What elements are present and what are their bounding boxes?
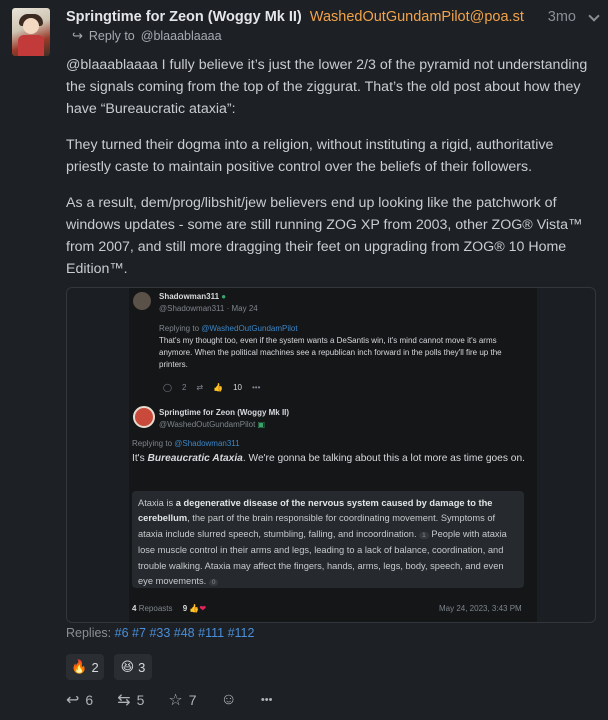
- author-avatar[interactable]: [12, 8, 50, 56]
- post-actions: ↩ 6 ⇆ 5 ☆ 7 ☺ •••: [66, 690, 296, 710]
- tweet2-text-part: It's: [132, 453, 148, 464]
- status-post: Springtime for Zeon (Woggy Mk II) Washed…: [0, 0, 608, 720]
- tweet2-timestamp: May 24, 2023, 3:43 PM: [439, 604, 522, 613]
- replies-label: Replies:: [66, 626, 112, 640]
- tweet2-replying-to: @Shadowman311: [174, 439, 240, 448]
- quote-ref: 1: [419, 531, 429, 539]
- reply-link[interactable]: #33: [149, 626, 170, 640]
- tweet1-more-icon: •••: [251, 383, 261, 392]
- reply-icon: ↩: [66, 692, 80, 709]
- emoji-reaction-fire[interactable]: 🔥 2: [66, 654, 104, 680]
- tweet2-reposts-count: 4: [132, 604, 137, 613]
- quote-box: Ataxia is a degenerative disease of the …: [132, 491, 524, 588]
- reaction-count: 3: [138, 659, 146, 675]
- repost-icon: ⇆: [117, 692, 131, 709]
- tweet1-like-icon: 👍: [213, 383, 224, 392]
- attachment-image[interactable]: Shadowman311 ● @Shadowman311 · May 24 Re…: [66, 287, 596, 623]
- reply-count: 6: [85, 692, 94, 708]
- tweet1-name: Shadowman311: [159, 292, 220, 301]
- tweet1-avatar: [133, 292, 151, 310]
- author-handle[interactable]: WashedOutGundamPilot@poa.st: [310, 9, 524, 25]
- reply-to-line: ↪ Reply to @blaaablaaaa: [72, 28, 222, 44]
- reply-to-user[interactable]: @blaaablaaaa: [141, 29, 222, 43]
- tweet2-likes-count: 9: [182, 604, 188, 613]
- quote-text: Ataxia is: [138, 498, 176, 508]
- more-button[interactable]: •••: [261, 694, 273, 706]
- reply-link[interactable]: #112: [228, 626, 255, 640]
- favorite-count: 7: [188, 692, 197, 708]
- tweet2-text-bold: Bureaucratic Ataxia: [147, 453, 243, 464]
- tweet1-replying-to: @WashedOutGundamPilot: [201, 324, 298, 333]
- tweet1-like-count: 10: [233, 383, 242, 392]
- post-paragraph-2: They turned their dogma into a religion,…: [66, 137, 554, 175]
- fire-icon: 🔥: [71, 659, 88, 674]
- tweet2-handle: @WashedOutGundamPilot: [159, 420, 256, 429]
- favorite-button[interactable]: ☆ 7: [168, 690, 196, 710]
- repost-button[interactable]: ⇆ 5: [117, 690, 144, 710]
- post-content: @blaaablaaaa I fully believe it’s just t…: [66, 54, 592, 294]
- quote-ref: 0: [208, 579, 219, 587]
- reply-link[interactable]: #6: [115, 626, 129, 640]
- emoji-react-button[interactable]: ☺: [221, 691, 237, 709]
- avatar-body: [18, 35, 44, 56]
- tweet2-badge-icon: ▣: [257, 420, 266, 429]
- tweet2-text: It's Bureaucratic Ataxia. We're gonna be…: [132, 451, 527, 467]
- verified-icon: ●: [221, 292, 227, 301]
- chevron-down-icon[interactable]: [588, 10, 600, 22]
- tweet1-text: That's my thought too, even if the syste…: [159, 336, 502, 369]
- reply-link[interactable]: #48: [174, 626, 195, 640]
- reaction-count: 2: [91, 659, 99, 675]
- post-time[interactable]: 3mo: [548, 9, 576, 25]
- tweet2-avatar: [133, 406, 155, 428]
- reply-to-label: Reply to: [88, 29, 135, 43]
- star-icon: ☆: [168, 692, 183, 709]
- ellipsis-icon: •••: [260, 694, 273, 706]
- heart-icon: ❤: [199, 604, 207, 613]
- reply-link[interactable]: #7: [132, 626, 146, 640]
- post-paragraph-3: As a result, dem/prog/libshit/jew believ…: [66, 195, 583, 277]
- tweet2-replying-label: Replying to: [132, 439, 173, 448]
- post-paragraph-1: @blaaablaaaa I fully believe it’s just t…: [66, 57, 588, 117]
- avatar-face: [23, 18, 39, 34]
- tweet1-date: · May 24: [226, 304, 258, 313]
- tweet2-likes-icon: 👍: [189, 604, 200, 613]
- reply-button[interactable]: ↩ 6: [66, 690, 93, 710]
- tweet2-text-part: . We're gonna be talking about this a lo…: [242, 453, 525, 464]
- tweet1-handle: @Shadowman311: [159, 304, 225, 313]
- emoji-reaction-laugh[interactable]: 😆 3: [114, 654, 152, 680]
- reply-link[interactable]: #111: [198, 626, 224, 640]
- author-display-name[interactable]: Springtime for Zeon (Woggy Mk II): [66, 9, 302, 25]
- tweet1-reply-count: 2: [181, 383, 187, 392]
- tweet2-reposts-label: Repoasts: [138, 604, 173, 613]
- tweet1-replying-label: Replying to: [159, 324, 200, 333]
- tweet1-reply-icon: ◯: [163, 383, 172, 392]
- laughing-face-icon: 😆: [120, 659, 135, 674]
- replies-row: Replies: #6 #7 #33 #48 #111 #112: [66, 626, 254, 640]
- tweet2-name: Springtime for Zeon (Woggy Mk II): [159, 408, 290, 417]
- tweet-screenshot: Shadowman311 ● @Shadowman311 · May 24 Re…: [129, 288, 537, 622]
- tweet1-retweet-icon: ⇄: [196, 383, 204, 392]
- reply-arrow-icon: ↪: [72, 28, 83, 43]
- smiley-icon: ☺: [220, 691, 237, 708]
- repost-count: 5: [136, 692, 145, 708]
- post-header: Springtime for Zeon (Woggy Mk II) Washed…: [66, 9, 524, 25]
